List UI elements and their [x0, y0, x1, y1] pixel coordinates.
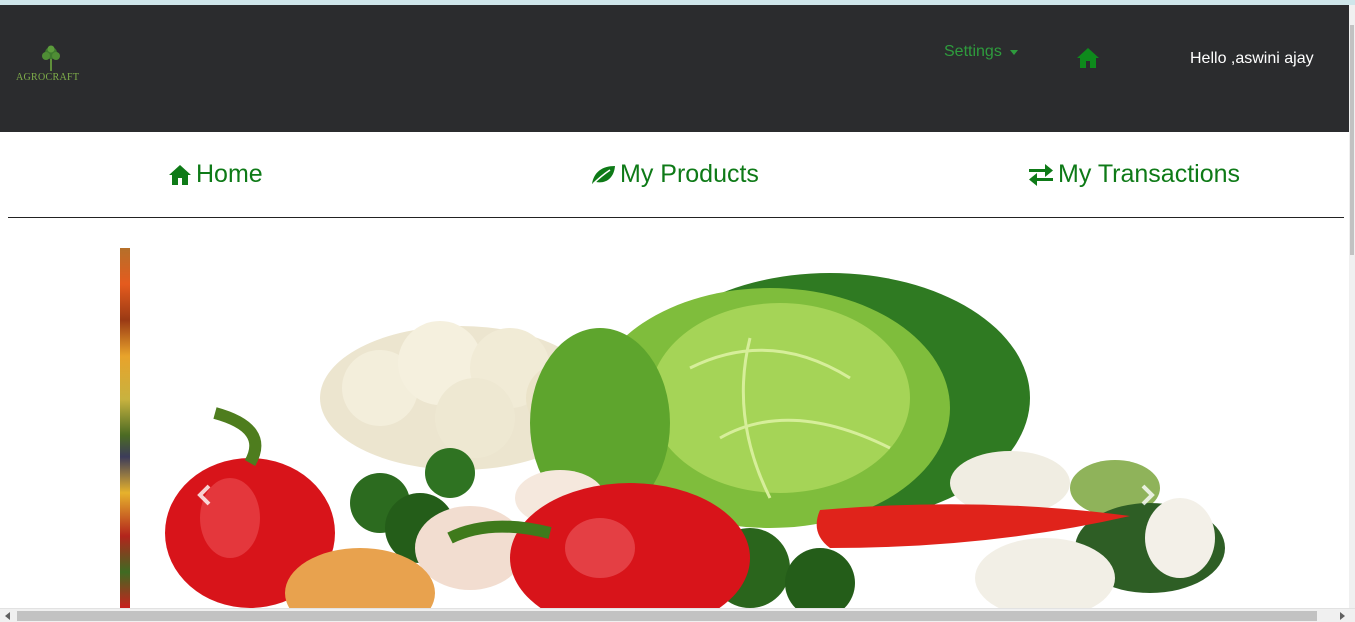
- home-icon[interactable]: [1076, 47, 1100, 69]
- brand-logo[interactable]: AGROCRAFT: [16, 45, 86, 87]
- chevron-left-icon[interactable]: [190, 480, 220, 510]
- leaf-icon: [592, 165, 615, 185]
- exchange-icon: [1029, 163, 1053, 186]
- horizontal-scrollbar[interactable]: [0, 608, 1355, 622]
- tree-icon: [42, 45, 60, 71]
- chevron-right-icon[interactable]: [1132, 480, 1162, 510]
- caret-down-icon: [1009, 49, 1018, 55]
- scroll-right-arrow-icon[interactable]: [1340, 612, 1345, 620]
- user-greeting: Hello ,aswini ajay: [1190, 50, 1314, 67]
- subnav-label-my-transactions: My Transactions: [1058, 160, 1241, 188]
- image-carousel: [120, 248, 1230, 608]
- subnav-item-my-products[interactable]: My Products: [590, 160, 759, 189]
- subnav-label-home: Home: [196, 160, 263, 188]
- vertical-scrollbar-thumb[interactable]: [1350, 25, 1354, 255]
- vegetables-slide-image: [130, 248, 1230, 608]
- subnav-item-my-transactions[interactable]: My Transactions: [1028, 160, 1240, 189]
- horizontal-scrollbar-thumb[interactable]: [17, 611, 1317, 621]
- home-icon: [169, 164, 191, 185]
- scroll-left-arrow-icon[interactable]: [5, 612, 10, 620]
- subnav-label-my-products: My Products: [620, 160, 759, 188]
- secondary-nav: Home My Products My Transactions: [8, 132, 1344, 218]
- previous-slide-edge: [120, 248, 130, 608]
- vertical-scrollbar[interactable]: [1349, 5, 1355, 608]
- subnav-item-home[interactable]: Home: [168, 160, 263, 189]
- settings-dropdown[interactable]: Settings: [944, 43, 1018, 61]
- settings-label: Settings: [944, 43, 1002, 60]
- brand-name: AGROCRAFT: [16, 72, 80, 83]
- top-navbar: AGROCRAFT Settings Hello ,aswini ajay: [0, 5, 1349, 132]
